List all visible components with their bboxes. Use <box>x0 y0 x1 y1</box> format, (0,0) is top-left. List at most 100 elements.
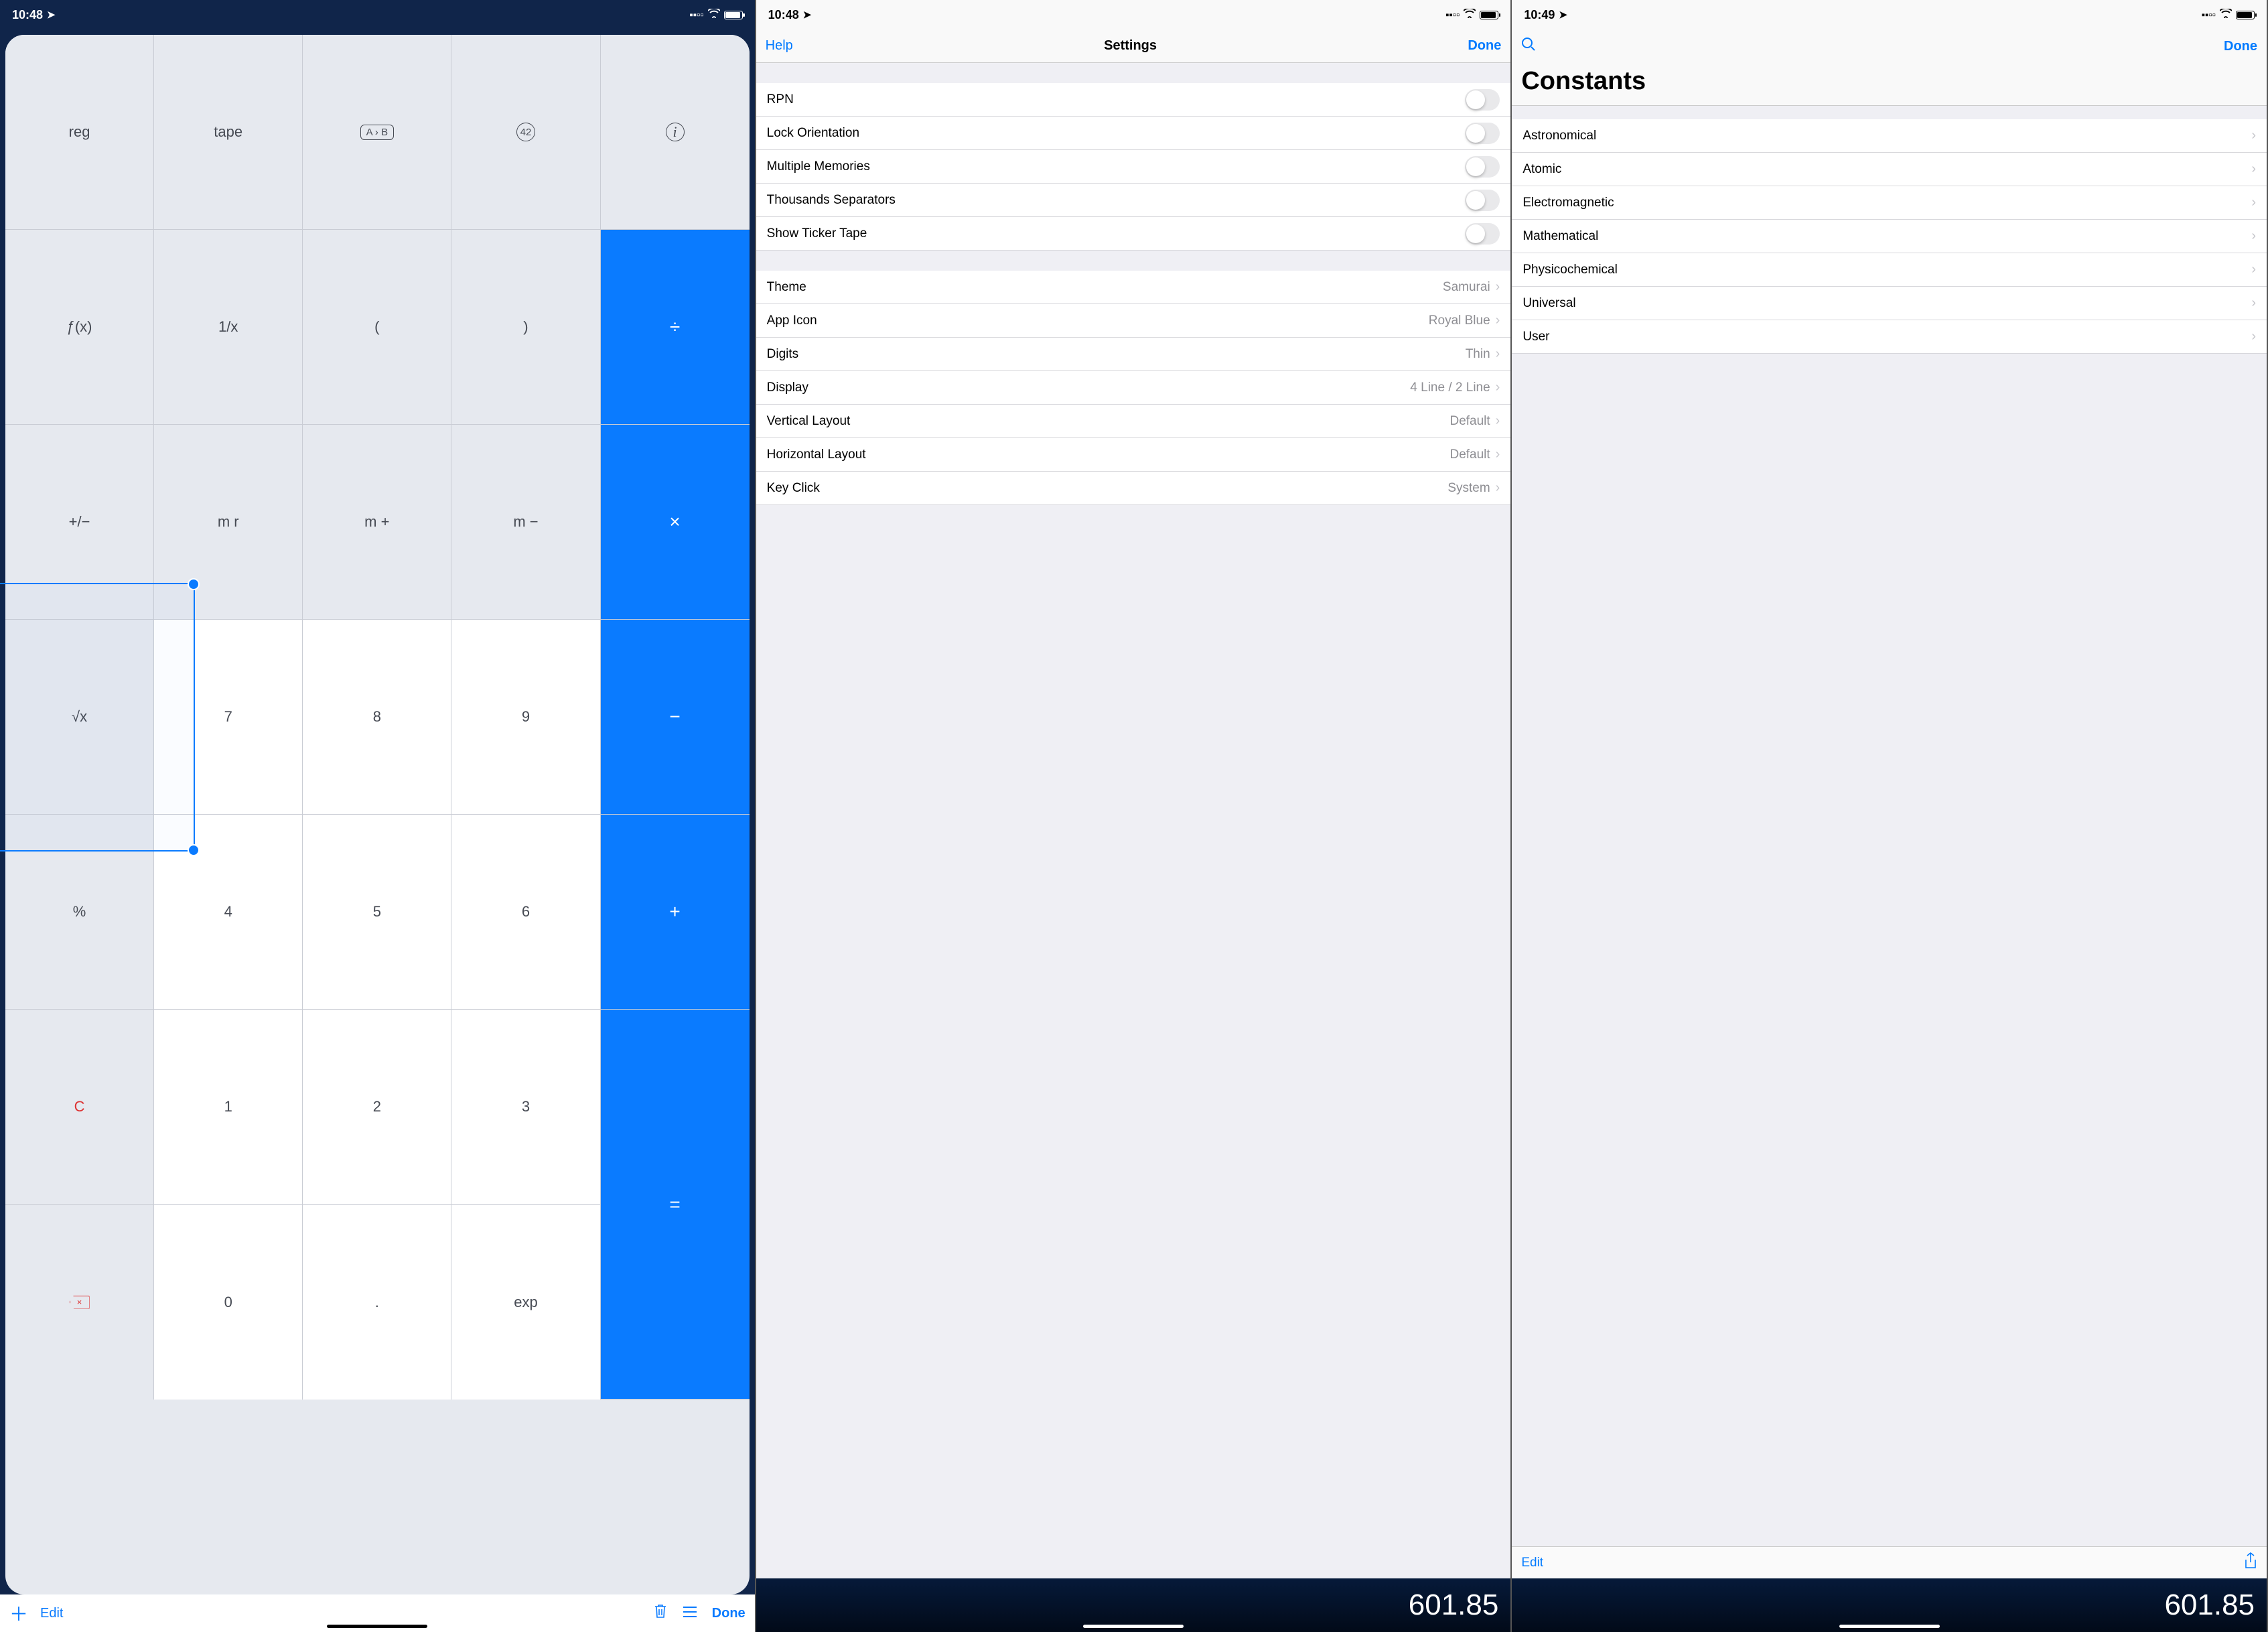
key-info[interactable]: i <box>601 35 750 230</box>
key-fx[interactable]: ƒ(x) <box>5 230 154 425</box>
add-key-button[interactable]: ＋ <box>9 1600 28 1627</box>
key-mr[interactable]: m r <box>154 425 303 620</box>
settings-list[interactable]: RPNLock OrientationMultiple MemoriesThou… <box>756 63 1511 1578</box>
menu-icon[interactable] <box>683 1604 697 1623</box>
key-divide[interactable]: ÷ <box>601 230 750 425</box>
key-paren-close[interactable]: ) <box>451 230 600 425</box>
key-mminus[interactable]: m − <box>451 425 600 620</box>
status-bar: 10:49 ➤ ▪▪▫▫ <box>1512 0 2267 29</box>
setting-row-theme[interactable]: ThemeSamurai› <box>756 271 1511 304</box>
edit-button[interactable]: Edit <box>40 1606 63 1621</box>
category-physicochemical[interactable]: Physicochemical› <box>1512 253 2267 287</box>
key-multiply[interactable]: × <box>601 425 750 620</box>
category-mathematical[interactable]: Mathematical› <box>1512 220 2267 253</box>
setting-toggle-rpn[interactable]: RPN <box>756 83 1511 117</box>
signal-icon: ▪▪▫▫ <box>2202 9 2216 21</box>
done-button[interactable]: Done <box>712 1606 746 1621</box>
category-astronomical[interactable]: Astronomical› <box>1512 119 2267 153</box>
key-3[interactable]: 3 <box>451 1010 600 1205</box>
status-time: 10:48 <box>768 8 799 22</box>
setting-row-key-click[interactable]: Key ClickSystem› <box>756 472 1511 505</box>
chevron-right-icon: › <box>1496 413 1500 429</box>
key-sqrt[interactable]: √x <box>5 620 154 815</box>
edit-button[interactable]: Edit <box>1521 1556 1543 1570</box>
key-2[interactable]: 2 <box>303 1010 451 1205</box>
calculator-keypad: reg tape A › B 42 i ƒ(x) 1/x ( ) ÷ +/− m… <box>5 35 750 1594</box>
category-label: Physicochemical <box>1522 263 2251 277</box>
setting-row-app-icon[interactable]: App IconRoyal Blue› <box>756 304 1511 338</box>
help-button[interactable]: Help <box>766 38 793 54</box>
key-exp[interactable]: exp <box>451 1205 600 1400</box>
screen-calculator-edit: 10:48 ➤ ▪▪▫▫ reg tape A › B 42 i ƒ(x) 1/… <box>0 0 756 1632</box>
trash-icon[interactable] <box>653 1603 668 1624</box>
category-electromagnetic[interactable]: Electromagnetic› <box>1512 186 2267 220</box>
key-7[interactable]: 7 <box>154 620 303 815</box>
key-constants[interactable]: 42 <box>451 35 600 230</box>
row-value: Thin <box>1466 347 1490 362</box>
key-9[interactable]: 9 <box>451 620 600 815</box>
key-sign[interactable]: +/− <box>5 425 154 620</box>
key-backspace[interactable]: × <box>5 1205 154 1400</box>
setting-toggle-show-ticker-tape[interactable]: Show Ticker Tape <box>756 217 1511 251</box>
home-indicator <box>1839 1625 1940 1628</box>
toggle-label: Show Ticker Tape <box>767 226 1466 241</box>
constants-list[interactable]: Astronomical›Atomic›Electromagnetic›Math… <box>1512 106 2267 1578</box>
search-icon[interactable] <box>1521 37 1536 56</box>
setting-toggle-multiple-memories[interactable]: Multiple Memories <box>756 150 1511 184</box>
toggle-switch[interactable] <box>1465 190 1500 211</box>
key-reg[interactable]: reg <box>5 35 154 230</box>
row-label: Horizontal Layout <box>767 448 1450 462</box>
row-value: System <box>1447 481 1490 496</box>
key-4[interactable]: 4 <box>154 815 303 1010</box>
key-convert[interactable]: A › B <box>303 35 451 230</box>
setting-toggle-lock-orientation[interactable]: Lock Orientation <box>756 117 1511 150</box>
key-equals[interactable]: = <box>601 1010 750 1400</box>
result-value: 601.85 <box>1409 1588 1499 1622</box>
key-5[interactable]: 5 <box>303 815 451 1010</box>
signal-icon: ▪▪▫▫ <box>1445 9 1460 21</box>
location-icon: ➤ <box>47 9 56 21</box>
done-button[interactable]: Done <box>1468 38 1501 54</box>
category-atomic[interactable]: Atomic› <box>1512 153 2267 186</box>
key-percent[interactable]: % <box>5 815 154 1010</box>
key-plus[interactable]: + <box>601 815 750 1010</box>
result-display: 601.85 <box>1512 1578 2267 1632</box>
result-display: 601.85 <box>756 1578 1511 1632</box>
toggle-switch[interactable] <box>1465 223 1500 245</box>
status-time: 10:48 <box>12 8 43 22</box>
toggle-switch[interactable] <box>1465 89 1500 111</box>
category-label: Astronomical <box>1522 129 2251 143</box>
toggle-switch[interactable] <box>1465 123 1500 144</box>
key-1[interactable]: 1 <box>154 1010 303 1205</box>
share-icon[interactable] <box>2244 1552 2257 1574</box>
key-6[interactable]: 6 <box>451 815 600 1010</box>
done-button[interactable]: Done <box>2224 39 2257 54</box>
row-label: Key Click <box>767 481 1448 496</box>
settings-title: Settings <box>1104 38 1157 54</box>
key-8[interactable]: 8 <box>303 620 451 815</box>
setting-toggle-thousands-separators[interactable]: Thousands Separators <box>756 184 1511 217</box>
key-minus[interactable]: − <box>601 620 750 815</box>
key-mplus[interactable]: m + <box>303 425 451 620</box>
key-0[interactable]: 0 <box>154 1205 303 1400</box>
setting-row-vertical-layout[interactable]: Vertical LayoutDefault› <box>756 405 1511 438</box>
row-label: App Icon <box>767 314 1429 328</box>
chevron-right-icon: › <box>2251 228 2256 244</box>
toggle-switch[interactable] <box>1465 156 1500 178</box>
row-value: 4 Line / 2 Line <box>1410 381 1490 395</box>
chevron-right-icon: › <box>2251 262 2256 277</box>
category-user[interactable]: User› <box>1512 320 2267 354</box>
row-value: Samurai <box>1443 280 1490 295</box>
key-reciprocal[interactable]: 1/x <box>154 230 303 425</box>
setting-row-horizontal-layout[interactable]: Horizontal LayoutDefault› <box>756 438 1511 472</box>
key-decimal[interactable]: . <box>303 1205 451 1400</box>
key-tape[interactable]: tape <box>154 35 303 230</box>
key-paren-open[interactable]: ( <box>303 230 451 425</box>
category-universal[interactable]: Universal› <box>1512 287 2267 320</box>
chevron-right-icon: › <box>2251 295 2256 311</box>
key-clear[interactable]: C <box>5 1010 154 1205</box>
row-value: Default <box>1449 448 1490 462</box>
constants-toolbar: Edit <box>1512 1546 2267 1578</box>
setting-row-display[interactable]: Display4 Line / 2 Line› <box>756 371 1511 405</box>
setting-row-digits[interactable]: DigitsThin› <box>756 338 1511 371</box>
